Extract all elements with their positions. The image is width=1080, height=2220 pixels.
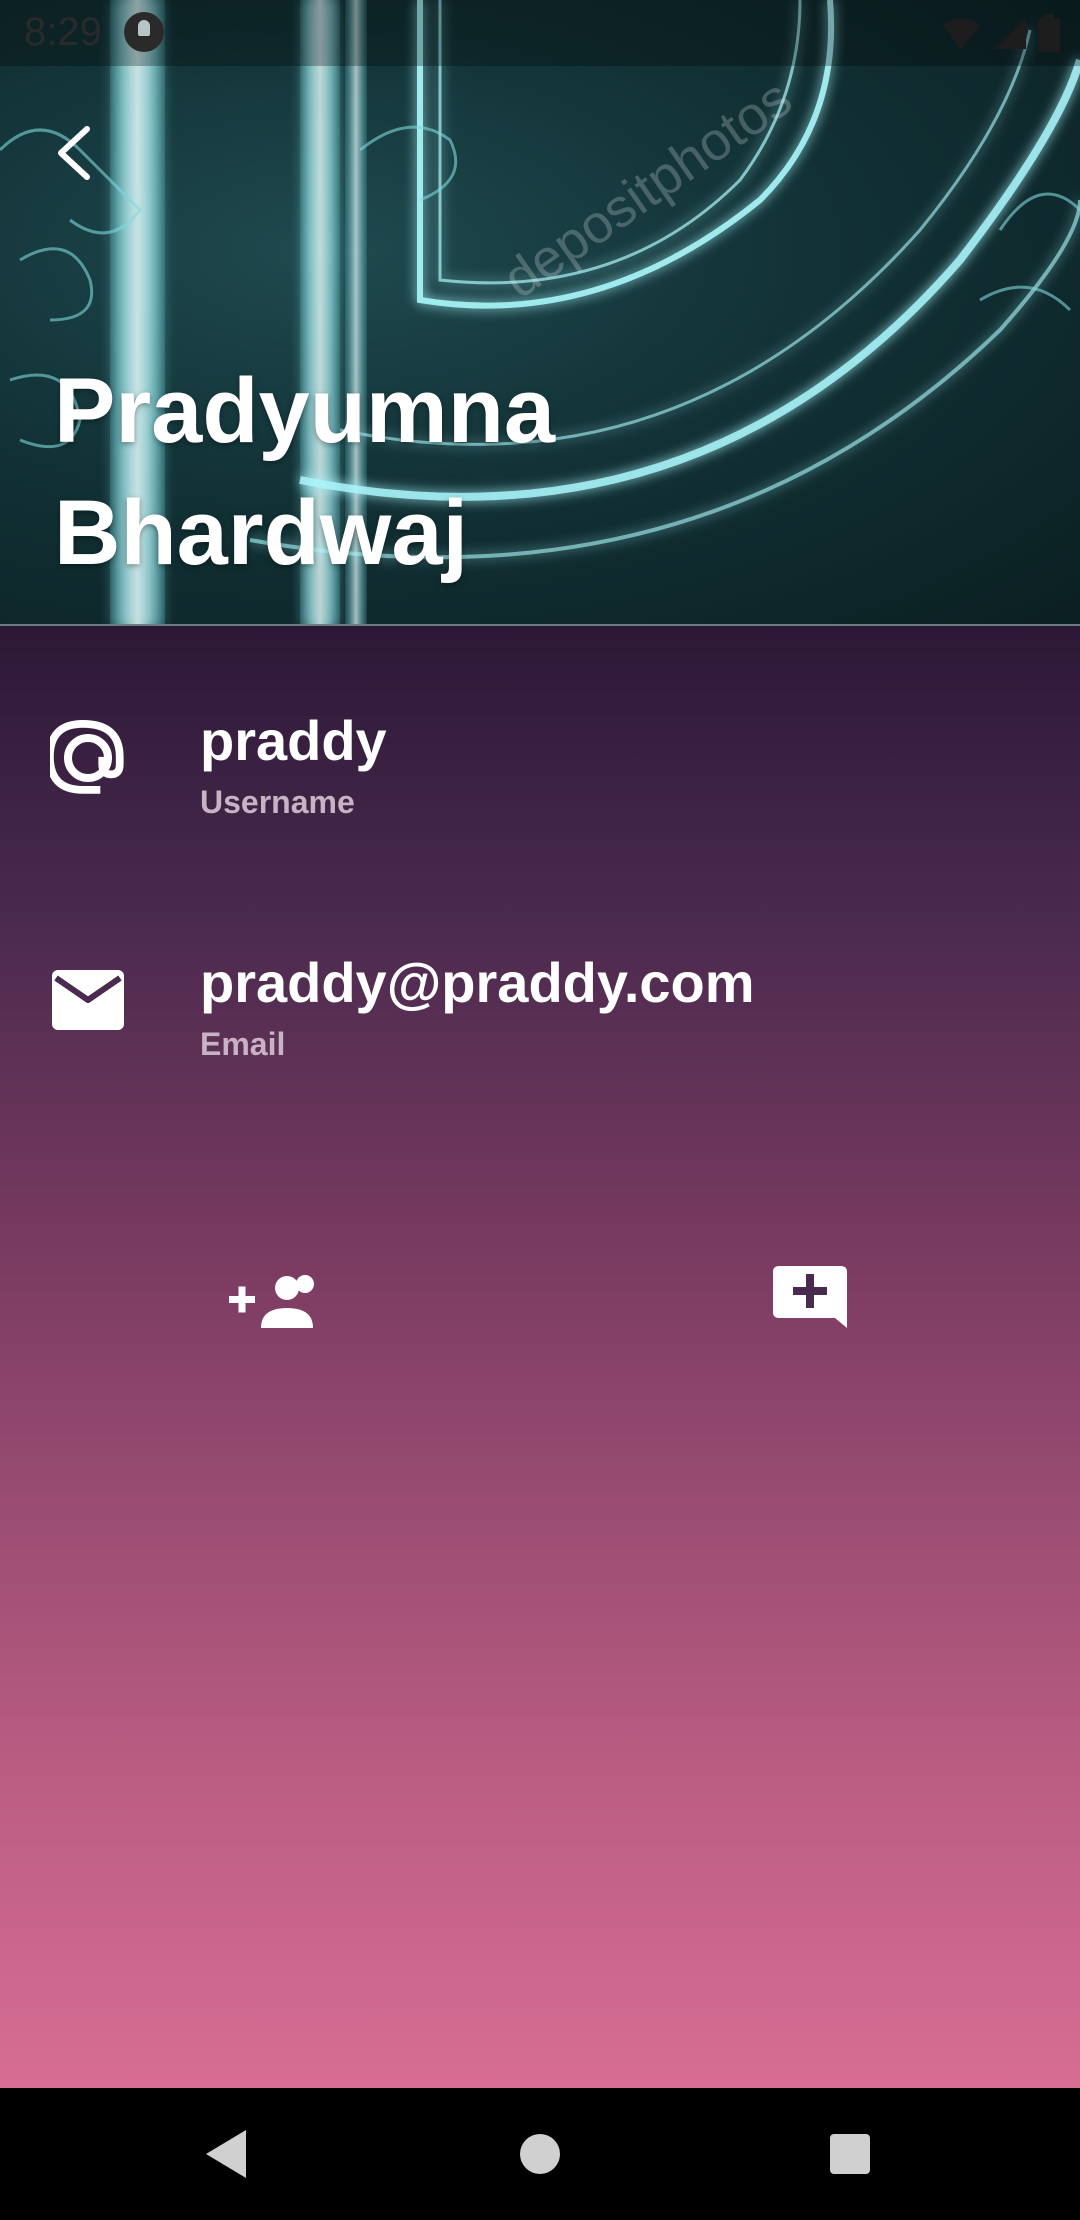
- nav-recents-button[interactable]: [810, 2114, 890, 2194]
- chevron-left-icon: [58, 126, 90, 180]
- back-button[interactable]: [38, 118, 108, 188]
- profile-header: depositphotos 8:29 Pradyumna Bhardwaj: [0, 0, 1080, 626]
- battery-icon: [1038, 14, 1060, 52]
- cell-signal-icon: [994, 17, 1026, 49]
- at-sign-icon: [50, 720, 126, 796]
- status-indicators: [940, 14, 1060, 52]
- profile-name: Pradyumna Bhardwaj: [54, 360, 556, 584]
- username-label: Username: [200, 784, 355, 820]
- nav-home-button[interactable]: [500, 2114, 580, 2194]
- nav-back-button[interactable]: [186, 2114, 266, 2194]
- profile-screen: depositphotos 8:29 Pradyumna Bhardwaj pr…: [0, 0, 1080, 2220]
- new-message-button[interactable]: [760, 1252, 860, 1352]
- square-recents-icon: [830, 2134, 870, 2174]
- status-bar: 8:29: [0, 0, 1080, 66]
- person-add-icon: [229, 1275, 314, 1328]
- username-row: praddy Username: [0, 706, 1080, 846]
- wifi-icon: [942, 18, 980, 49]
- profile-body: praddy Username praddy@praddy.com Email: [0, 626, 1080, 2088]
- notification-app-icon: [124, 12, 164, 52]
- email-value: praddy@praddy.com: [200, 951, 755, 1014]
- mail-icon: [50, 962, 126, 1038]
- add-friend-button[interactable]: [222, 1252, 322, 1352]
- status-time: 8:29: [24, 10, 102, 54]
- triangle-back-icon: [206, 2130, 246, 2178]
- email-row: praddy@praddy.com Email: [0, 948, 1080, 1088]
- add-comment-icon: [773, 1266, 847, 1328]
- circle-home-icon: [520, 2134, 560, 2174]
- username-value: praddy: [200, 709, 387, 772]
- system-navigation-bar: [0, 2088, 1080, 2220]
- email-label: Email: [200, 1026, 286, 1062]
